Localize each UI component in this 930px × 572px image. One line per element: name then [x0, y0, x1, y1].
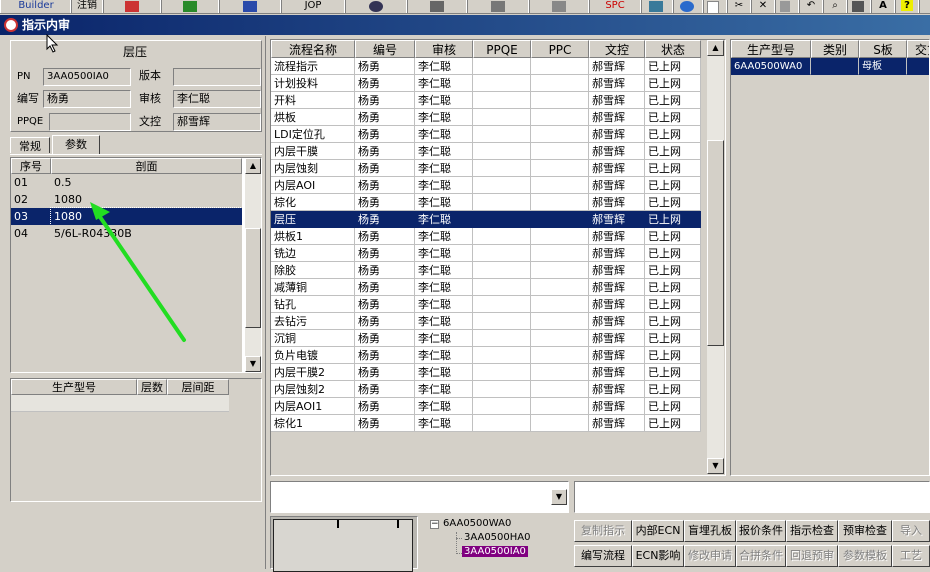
annotation-arrow-shaft — [96, 212, 186, 342]
annotation-arrow — [90, 202, 186, 342]
mouse-cursor-icon — [46, 34, 59, 53]
annotation-arrow-head — [90, 202, 110, 220]
